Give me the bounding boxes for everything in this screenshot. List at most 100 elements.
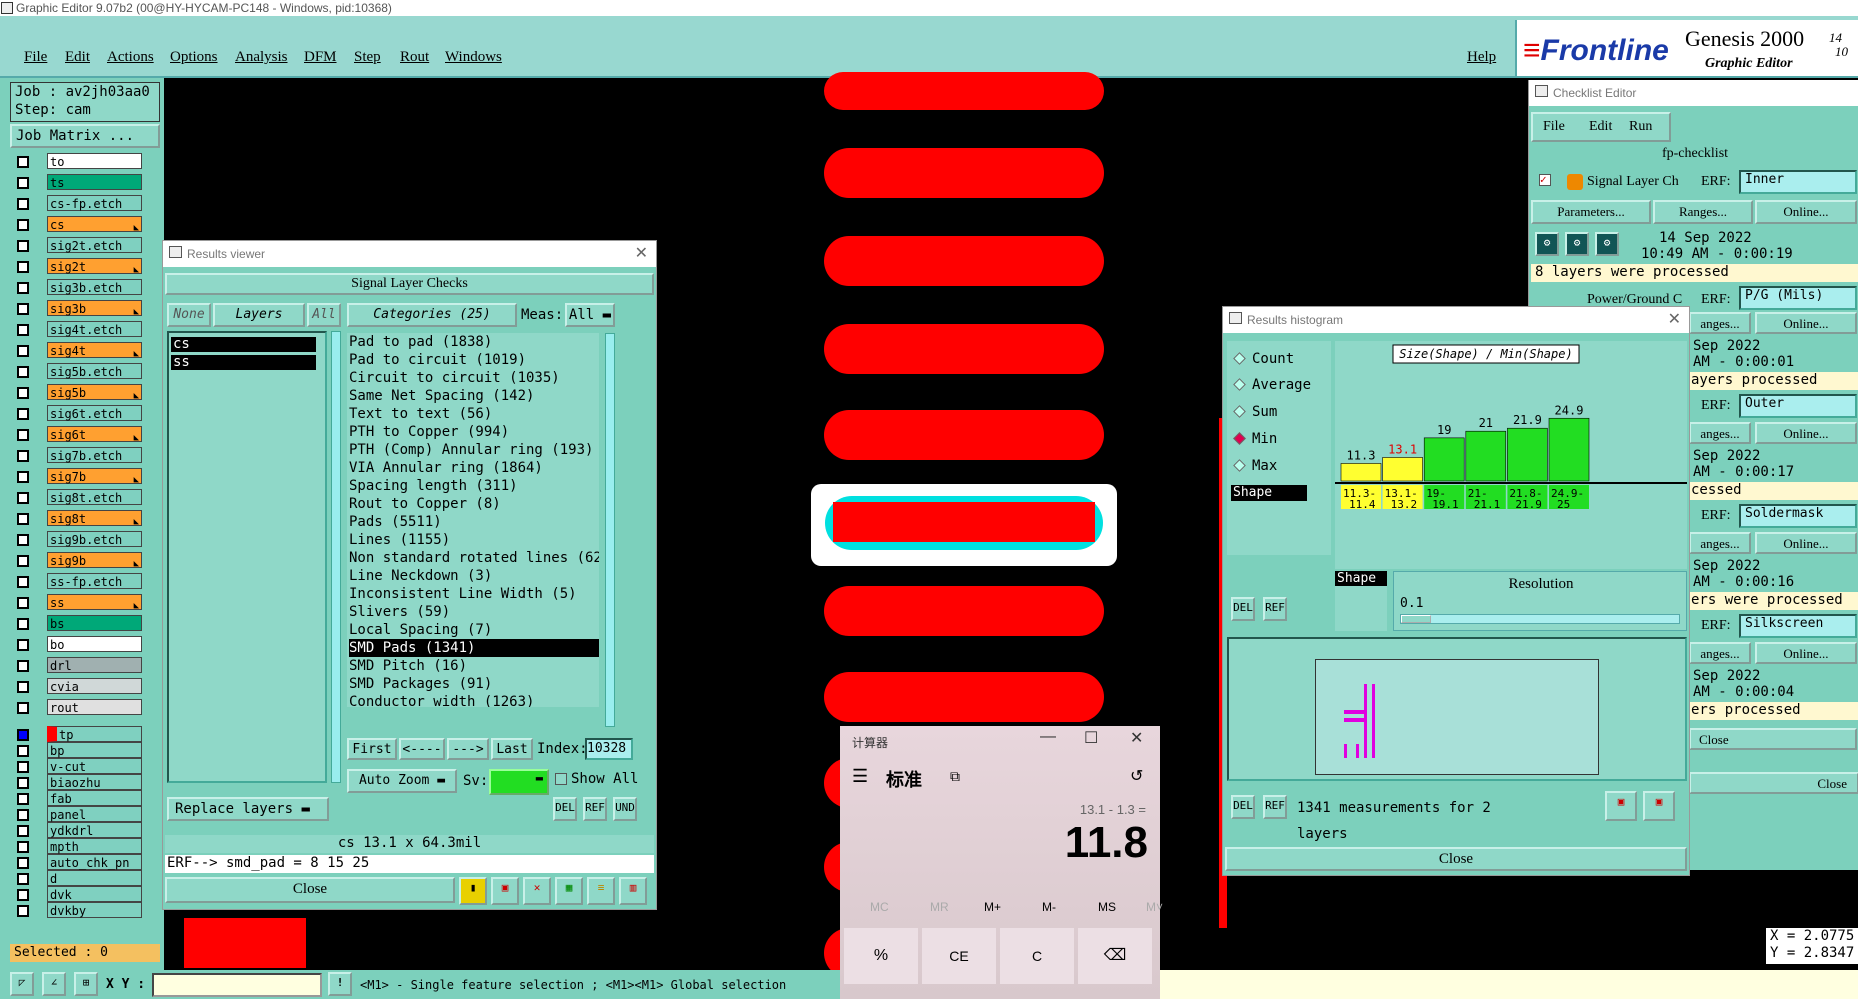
list-item[interactable]: ss (171, 355, 316, 370)
resolution-slider[interactable] (1400, 614, 1680, 624)
check-checkbox[interactable]: ✓ (1539, 174, 1551, 186)
layer-name[interactable]: cs-fp.etch (47, 195, 142, 211)
sv-color-select[interactable]: ▬ (489, 769, 549, 795)
close-icon[interactable]: ✕ (1130, 728, 1143, 748)
results-close-button[interactable]: Close (165, 877, 455, 903)
highlighted-pad[interactable] (811, 484, 1117, 566)
radio-min[interactable]: Min (1233, 431, 1277, 447)
layer-name[interactable]: bp (47, 742, 142, 758)
layer-name[interactable]: sig2t ◣ (47, 258, 142, 275)
layer-name[interactable]: dvk (47, 886, 142, 902)
histogram-bar[interactable] (1507, 427, 1548, 482)
layer-checkbox[interactable] (17, 450, 29, 462)
layer-name[interactable]: ss ◣ (47, 594, 142, 611)
replace-layers-select[interactable]: Replace layers ▬ (167, 797, 329, 821)
layers-button[interactable]: Layers (213, 303, 305, 327)
layer-list-box[interactable]: cs ss (167, 331, 327, 783)
layer-row[interactable]: sig4t.etch (12, 320, 142, 338)
layer-checkbox[interactable] (17, 534, 29, 546)
layer-name[interactable]: sig8t ◣ (47, 510, 142, 527)
erf-field[interactable]: Inner (1739, 170, 1857, 194)
layer-checkbox[interactable] (17, 576, 29, 588)
category-item[interactable]: Same Net Spacing (142) (349, 387, 599, 405)
layer-checkbox[interactable] (17, 513, 29, 525)
layer-checkbox[interactable] (17, 660, 29, 672)
ranges-button[interactable]: anges... (1689, 422, 1751, 444)
run-icon[interactable]: ⚙ (1595, 232, 1619, 256)
layer-row[interactable]: sig8t ◣ (12, 509, 142, 527)
radio-sum[interactable]: Sum (1233, 404, 1277, 420)
layer-checkbox[interactable] (17, 597, 29, 609)
layer-checkbox[interactable] (17, 471, 29, 483)
online-button[interactable]: Online... (1755, 642, 1857, 664)
histogram-icon[interactable]: ▥ (619, 877, 647, 905)
run-icon[interactable]: ⚙ (1565, 232, 1589, 256)
ranges-button[interactable]: anges... (1689, 642, 1751, 664)
category-item[interactable]: Inconsistent Line Width (5) (349, 585, 599, 603)
image-icon[interactable]: ▣ (491, 877, 519, 905)
layer-row[interactable]: ss-fp.etch (12, 572, 142, 590)
erf-field[interactable]: P/G (Mils) (1739, 286, 1857, 310)
prev-button[interactable]: <---- (399, 738, 445, 760)
layer-name[interactable]: sig3b ◣ (47, 300, 142, 317)
next-button[interactable]: ---> (447, 738, 489, 760)
layer-row[interactable]: sig5b ◣ (12, 383, 142, 401)
layer-checkbox[interactable] (17, 745, 29, 757)
histogram-bar[interactable] (1340, 463, 1382, 482)
menu-windows[interactable]: Windows (445, 49, 502, 66)
layer-row[interactable]: sig7b ◣ (12, 467, 142, 485)
category-item[interactable]: Circuit to circuit (1035) (349, 369, 599, 387)
menu-analysis[interactable]: Analysis (235, 49, 288, 66)
none-button[interactable]: None (167, 303, 211, 327)
layer-row[interactable]: sig9b.etch (12, 530, 142, 548)
layer-row[interactable]: bo (12, 635, 142, 653)
category-item[interactable]: SMD Pitch (16) (349, 657, 599, 675)
layer-row[interactable]: rout (12, 698, 142, 716)
layer-checkbox[interactable] (17, 303, 29, 315)
layer-name[interactable]: auto_chk_pn (47, 854, 142, 870)
mr-button[interactable]: MR (930, 900, 949, 914)
run-icon[interactable]: ⚙ (1535, 232, 1559, 256)
export-icon[interactable]: ▣ (1643, 791, 1675, 821)
scrollbar[interactable] (331, 331, 341, 783)
layer-name[interactable]: to (47, 153, 142, 169)
meas-select[interactable]: All ▬ (565, 303, 615, 327)
layer-name[interactable]: bs (47, 615, 142, 631)
menu-rout[interactable]: Rout (400, 49, 429, 66)
measure-tool-icon[interactable]: ∠ (42, 972, 66, 996)
layer-name[interactable]: sig7b.etch (47, 447, 142, 463)
layer-name[interactable]: sig5b ◣ (47, 384, 142, 401)
layer-checkbox[interactable] (17, 387, 29, 399)
layer-row[interactable]: cs ◣ (12, 215, 142, 233)
layer-checkbox[interactable] (17, 618, 29, 630)
layer-name[interactable]: ydkdrl (47, 822, 142, 838)
layer-checkbox[interactable] (17, 841, 29, 853)
layer-name[interactable]: sig6t ◣ (47, 426, 142, 443)
layer-checkbox[interactable] (17, 825, 29, 837)
menu-dfm[interactable]: DFM (304, 49, 337, 66)
category-item[interactable]: Text to text (56) (349, 405, 599, 423)
layer-checkbox[interactable] (17, 429, 29, 441)
category-item[interactable]: Slivers (59) (349, 603, 599, 621)
layer-name[interactable]: bo (47, 636, 142, 652)
category-item[interactable]: Lines (1155) (349, 531, 599, 549)
layer-row[interactable]: cvia (12, 677, 142, 695)
layer-name[interactable]: panel (47, 806, 142, 822)
layer-name[interactable]: sig7b ◣ (47, 468, 142, 485)
category-item[interactable]: Spacing length (311) (349, 477, 599, 495)
category-item[interactable]: Pads (5511) (349, 513, 599, 531)
first-button[interactable]: First (347, 738, 397, 760)
layer-name[interactable]: ss-fp.etch (47, 573, 142, 589)
layer-name[interactable]: cs ◣ (47, 216, 142, 233)
category-item[interactable]: Pad to pad (1838) (349, 333, 599, 351)
notes-icon[interactable]: ≡ (587, 877, 615, 905)
category-item[interactable]: Rout to Copper (8) (349, 495, 599, 513)
online-button[interactable]: Online... (1755, 422, 1857, 444)
menu-edit[interactable]: Edit (65, 49, 90, 66)
histogram-close-button[interactable]: Close (1225, 847, 1687, 871)
layer-name[interactable]: drl (47, 657, 142, 673)
mplus-button[interactable]: M+ (984, 900, 1001, 914)
layer-row[interactable]: cs-fp.etch (12, 194, 142, 212)
calendar-icon[interactable]: ▦ (555, 877, 583, 905)
erf-field[interactable]: Soldermask (1739, 504, 1857, 528)
